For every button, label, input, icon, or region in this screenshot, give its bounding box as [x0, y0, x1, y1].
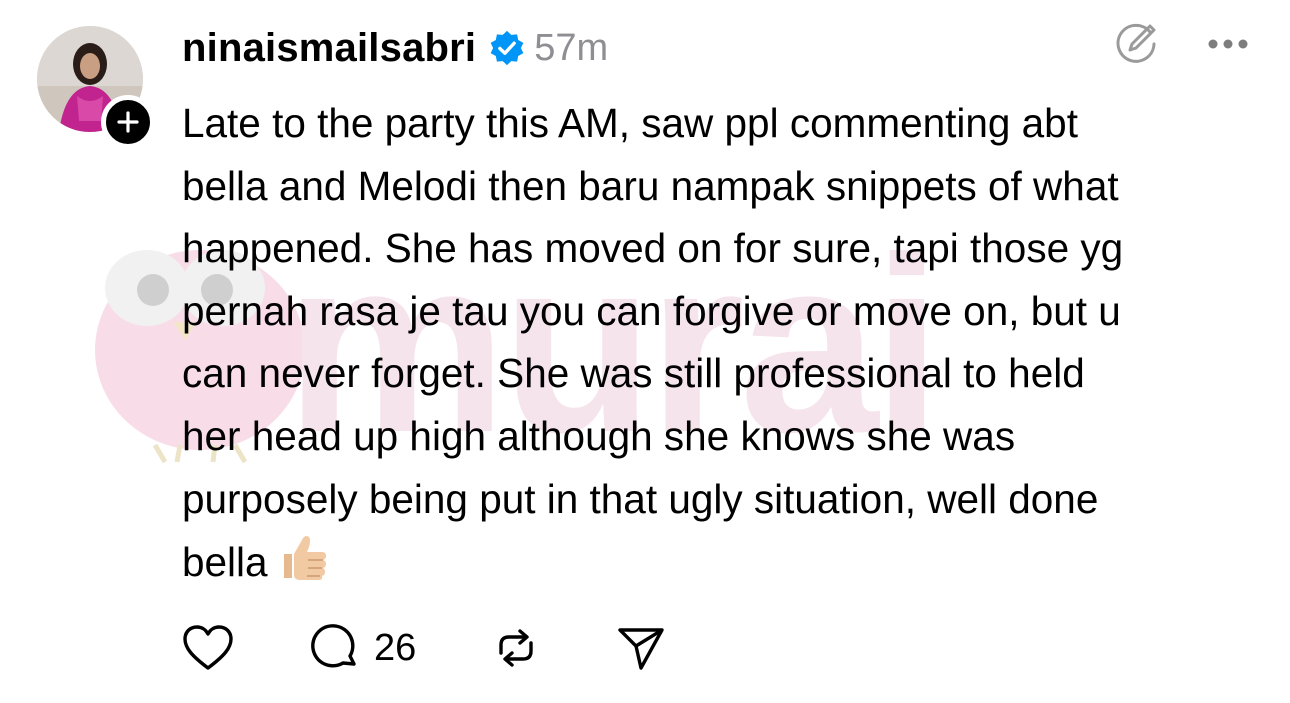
repost-icon — [499, 629, 533, 667]
reply-count: 26 — [374, 626, 417, 669]
post-header: ninaismailsabri 57m — [182, 24, 608, 72]
heart-icon — [183, 625, 233, 670]
post-top-actions — [1112, 20, 1250, 68]
post-text: Late to the party this AM, saw ppl comme… — [182, 92, 1272, 594]
share-button[interactable] — [616, 624, 666, 672]
more-options-icon[interactable] — [1206, 37, 1250, 51]
timestamp: 57m — [534, 26, 609, 69]
share-icon — [618, 628, 664, 670]
post-body: Late to the party this AM, saw ppl comme… — [182, 100, 1124, 586]
username[interactable]: ninaismailsabri — [182, 26, 476, 71]
thumbs-up-emoji — [283, 536, 326, 581]
reply-button[interactable]: 26 — [310, 623, 416, 673]
edit-icon[interactable] — [1112, 20, 1160, 68]
follow-button[interactable] — [101, 95, 155, 149]
plus-icon — [117, 111, 139, 133]
repost-button[interactable] — [492, 623, 540, 673]
thread-post: murai ninaismailsabri 57m Late to the pa… — [0, 0, 1290, 703]
verified-badge-icon — [490, 30, 524, 66]
comment-icon — [311, 624, 356, 668]
post-actions: 26 — [182, 620, 666, 676]
like-button[interactable] — [182, 624, 234, 672]
